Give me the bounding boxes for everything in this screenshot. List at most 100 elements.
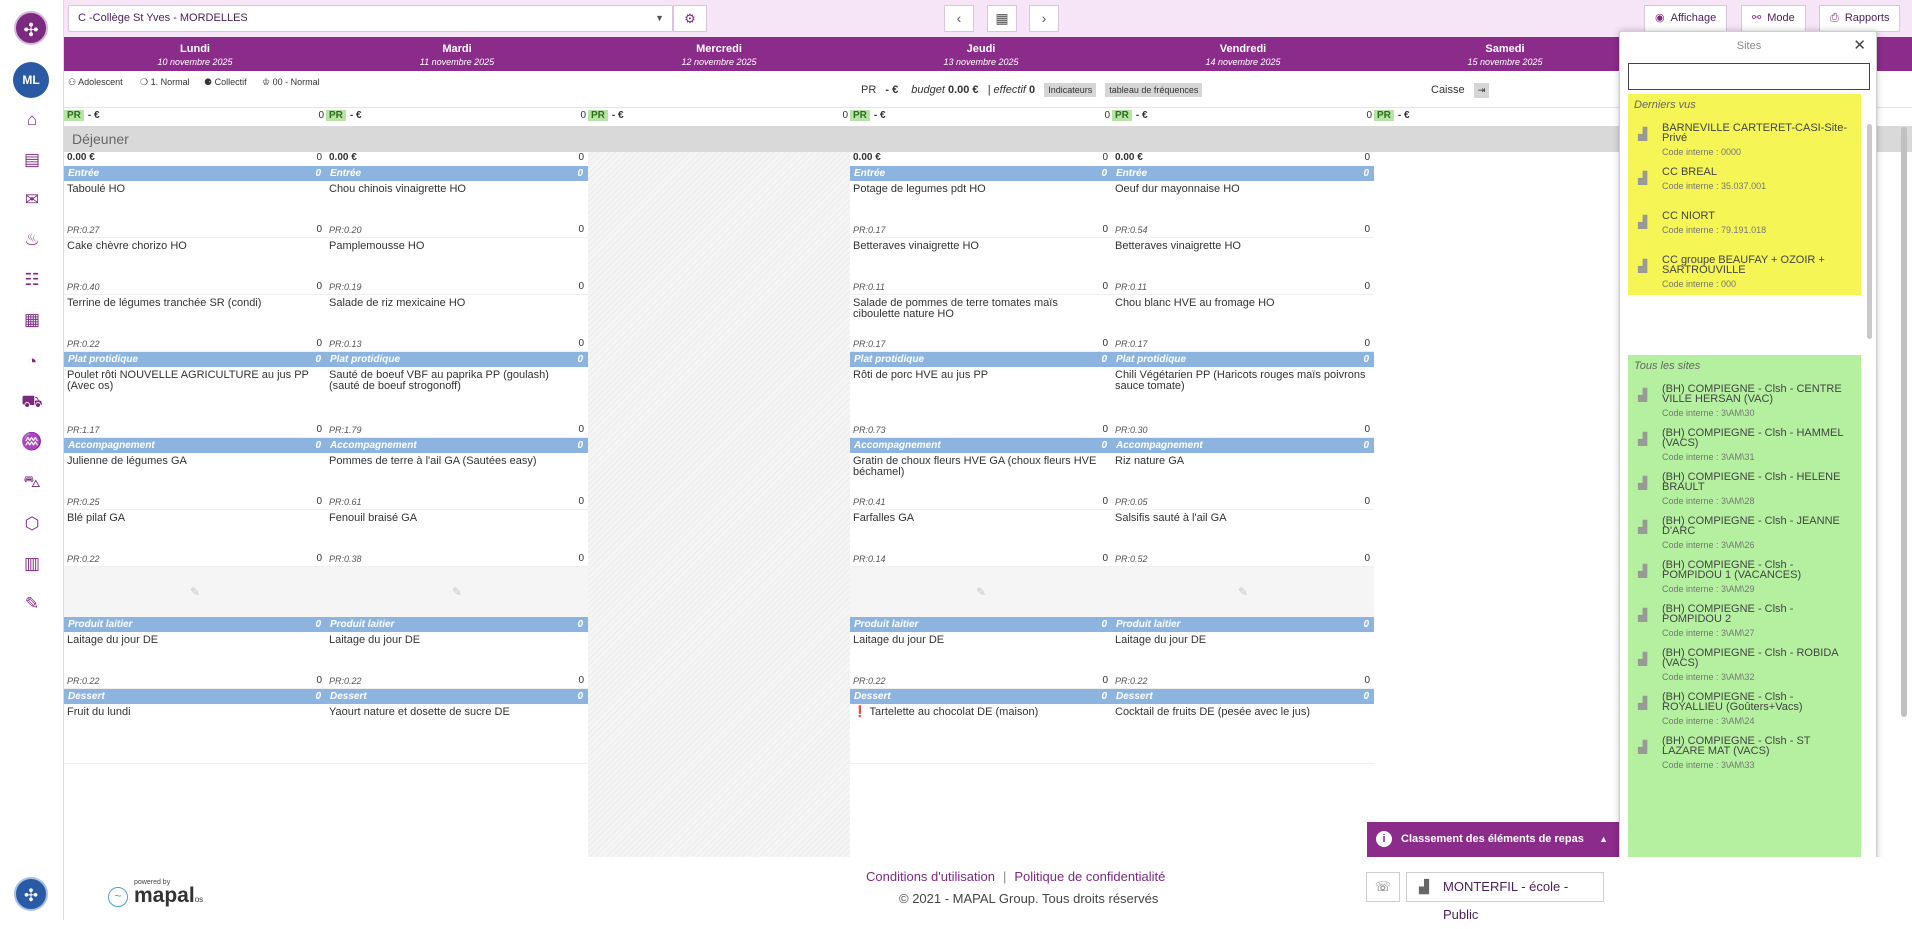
panel-scrollbar[interactable] [1867, 124, 1872, 339]
site-item[interactable]: ▟ (BH) COMPIEGNE - Clsh - POMPIDOU 1 (VAC… [1628, 554, 1861, 598]
tools-icon[interactable]: ✎ [20, 592, 44, 616]
frequences-button[interactable]: tableau de fréquences [1105, 83, 1203, 97]
delivery-icon[interactable]: ⛍ [20, 470, 44, 494]
main-scrollbar[interactable] [1901, 127, 1907, 717]
site-item[interactable]: ▟ (BH) COMPIEGNE - Clsh - CENTRE VILLE HE… [1628, 378, 1861, 422]
dish-item[interactable]: Oeuf dur mayonnaise HO PR:0.54 0 [1112, 181, 1374, 238]
sites-search-input[interactable] [1628, 63, 1870, 90]
mode-button[interactable]: ⚯ Mode [1741, 5, 1806, 32]
category-header[interactable]: Accompagnement 0 [1112, 438, 1374, 453]
store-icon[interactable]: ▤ [20, 148, 44, 172]
site-item[interactable]: ▟ CC groupe BEAUFAY + OZOIR + SARTROUVILL… [1628, 249, 1861, 293]
category-header[interactable]: Plat protidique 0 [64, 352, 326, 367]
dish-item[interactable]: ❗ Tartelette au chocolat DE (maison) [850, 704, 1112, 764]
dish-item[interactable]: Potage de legumes pdt HO PR:0.17 0 [850, 181, 1112, 238]
site-item[interactable]: ▟ (BH) COMPIEGNE - Clsh - ST LAZARE MAT (… [1628, 730, 1861, 774]
dish-item[interactable]: Salade de pommes de terre tomates maïs c… [850, 295, 1112, 352]
dish-item[interactable]: Terrine de légumes tranchée SR (condi) PR… [64, 295, 326, 352]
category-header[interactable]: Produit laitier 0 [850, 617, 1112, 632]
dish-item[interactable]: Cocktail de fruits DE (pesée avec le jus… [1112, 704, 1374, 764]
dish-item[interactable]: Chou blanc HVE au fromage HO PR:0.17 0 [1112, 295, 1374, 352]
dish-item[interactable]: Laitage du jour DE PR:0.22 0 [64, 632, 326, 689]
current-site-button[interactable]: ▟ MONTERFIL - école - Public [1406, 872, 1604, 922]
site-item[interactable]: ▟ (BH) COMPIEGNE - Clsh - HELENE BRAULT Co… [1628, 466, 1861, 510]
dish-item[interactable]: Blé pilaf GA PR:0.22 0 [64, 510, 326, 567]
add-dish-placeholder[interactable]: ✎ [1112, 567, 1374, 617]
dish-item[interactable]: Chili Végétarien PP (Haricots rouges maï… [1112, 367, 1374, 438]
bell-icon[interactable]: ◔ [20, 350, 44, 374]
dish-item[interactable]: Cake chèvre chorizo HO PR:0.40 0 [64, 238, 326, 295]
dish-item[interactable]: Fruit du lundi [64, 704, 326, 764]
site-item[interactable]: ▟ CC BREAL Code interne : 35.037.001 [1628, 161, 1861, 205]
category-header[interactable]: Entrée 0 [850, 166, 1112, 181]
site-item[interactable]: ▟ (BH) COMPIEGNE - Clsh - JEANNE D'ARC Cod… [1628, 510, 1861, 554]
dish-item[interactable]: Chou chinois vinaigrette HO PR:0.20 0 [326, 181, 588, 238]
dish-item[interactable]: Rôti de porc HVE au jus PP PR:0.73 0 [850, 367, 1112, 438]
production-icon[interactable]: ♒ [20, 430, 44, 454]
dish-item[interactable]: Yaourt nature et dosette de sucre DE [326, 704, 588, 764]
meal-classification-toast[interactable]: i Classement des éléments de repas ▲ [1367, 822, 1620, 857]
dish-item[interactable]: Pamplemousse HO PR:0.19 0 [326, 238, 588, 295]
chat-icon[interactable]: ☏ [1366, 872, 1400, 902]
site-item[interactable]: ▟ (BH) COMPIEGNE - Clsh - ROBIDA (VACS) Co… [1628, 642, 1861, 686]
avatar[interactable]: ML [13, 62, 49, 98]
day-header-vendredi[interactable]: Vendredi 14 novembre 2025 [1112, 37, 1374, 71]
dish-item[interactable]: Sauté de boeuf VBF au paprika PP (goulas… [326, 367, 588, 438]
category-header[interactable]: Produit laitier 0 [64, 617, 326, 632]
dish-item[interactable]: Betteraves vinaigrette HO PR:0.11 0 [1112, 238, 1374, 295]
day-header-samedi[interactable]: Samedi 15 novembre 2025 [1374, 37, 1636, 71]
category-header[interactable]: Dessert 0 [64, 689, 326, 704]
prev-week-button[interactable]: ‹ [944, 5, 974, 32]
dish-item[interactable]: Laitage du jour DE PR:0.22 0 [850, 632, 1112, 689]
day-header-lundi[interactable]: Lundi 10 novembre 2025 [64, 37, 326, 71]
close-icon[interactable]: ✕ [1853, 36, 1866, 54]
dish-item[interactable]: Julienne de légumes GA PR:0.25 0 [64, 453, 326, 510]
category-header[interactable]: Plat protidique 0 [850, 352, 1112, 367]
category-header[interactable]: Entrée 0 [326, 166, 588, 181]
menu-icon[interactable]: ▦ [20, 308, 44, 332]
add-dish-placeholder[interactable]: ✎ [64, 567, 326, 617]
category-header[interactable]: Accompagnement 0 [850, 438, 1112, 453]
terms-link[interactable]: Conditions d'utilisation [866, 869, 995, 884]
add-dish-placeholder[interactable]: ✎ [326, 567, 588, 617]
site-item[interactable]: ▟ (BH) COMPIEGNE - Clsh - POMPIDOU 2 Code … [1628, 598, 1861, 642]
inbox-icon[interactable]: ✉ [20, 188, 44, 212]
calendar-button[interactable]: ▦ [987, 5, 1017, 32]
dish-item[interactable]: Salade de riz mexicaine HO PR:0.13 0 [326, 295, 588, 352]
category-header[interactable]: Accompagnement 0 [64, 438, 326, 453]
calculator-icon[interactable]: ▥ [20, 552, 44, 576]
category-header[interactable]: Produit laitier 0 [326, 617, 588, 632]
dish-item[interactable]: Riz nature GA PR:0.05 0 [1112, 453, 1374, 510]
category-header[interactable]: Entrée 0 [1112, 166, 1374, 181]
dish-item[interactable]: Salsifis sauté à l'ail GA PR:0.52 0 [1112, 510, 1374, 567]
privacy-link[interactable]: Politique de confidentialité [1014, 869, 1165, 884]
dish-item[interactable]: Fenouil braisé GA PR:0.38 0 [326, 510, 588, 567]
category-header[interactable]: Dessert 0 [326, 689, 588, 704]
day-header-jeudi[interactable]: Jeudi 13 novembre 2025 [850, 37, 1112, 71]
inventory-icon[interactable]: ⬡ [20, 512, 44, 536]
caisse-exit-icon[interactable]: ⇥ [1473, 83, 1490, 98]
category-header[interactable]: Produit laitier 0 [1112, 617, 1374, 632]
dish-item[interactable]: Farfalles GA PR:0.14 0 [850, 510, 1112, 567]
category-header[interactable]: Entrée 0 [64, 166, 326, 181]
category-header[interactable]: Plat protidique 0 [326, 352, 588, 367]
site-item[interactable]: ▟ CC NIORT Code interne : 79.191.018 [1628, 205, 1861, 249]
category-header[interactable]: Plat protidique 0 [1112, 352, 1374, 367]
site-item[interactable]: ▟ BARNEVILLE CARTERET-CASI-Site-Privé Code… [1628, 117, 1861, 161]
home-icon[interactable]: ⌂ [20, 108, 44, 132]
dish-item[interactable]: Betteraves vinaigrette HO PR:0.11 0 [850, 238, 1112, 295]
dish-item[interactable]: Poulet rôti NOUVELLE AGRICULTURE au jus … [64, 367, 326, 438]
site-item[interactable]: ▟ (BH) COMPIEGNE - Clsh - ROYALLIEU (Goût… [1628, 686, 1861, 730]
site-settings-button[interactable]: ⚙ [673, 5, 707, 32]
category-header[interactable]: Accompagnement 0 [326, 438, 588, 453]
recipe-icon[interactable]: ☷ [20, 268, 44, 292]
chef-hat-icon[interactable]: ♨ [20, 228, 44, 252]
dish-item[interactable]: Laitage du jour DE PR:0.22 0 [326, 632, 588, 689]
indicateurs-button[interactable]: Indicateurs [1044, 83, 1097, 97]
day-header-mercredi[interactable]: Mercredi 12 novembre 2025 [588, 37, 850, 71]
cart-icon[interactable]: ⛟ [20, 390, 44, 414]
affichage-button[interactable]: ◉ Affichage [1644, 5, 1728, 32]
dish-item[interactable]: Gratin de choux fleurs HVE GA (choux fle… [850, 453, 1112, 510]
next-week-button[interactable]: › [1029, 5, 1059, 32]
category-header[interactable]: Dessert 0 [850, 689, 1112, 704]
